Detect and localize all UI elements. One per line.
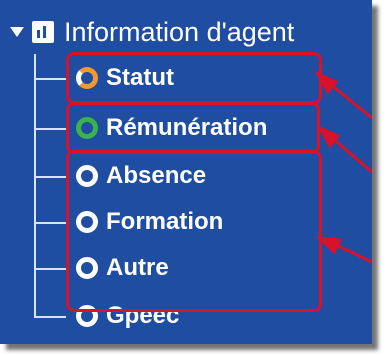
tree-panel: Information d'agent Statut Rémunération … <box>0 0 372 344</box>
callout-arrow-group <box>333 242 372 264</box>
callout-arrow-remuneration <box>331 136 372 174</box>
callout-arrow-statut <box>329 82 372 120</box>
arrowhead-icon <box>314 70 339 95</box>
arrowhead-icon <box>316 124 341 149</box>
callout-arrows <box>314 70 372 264</box>
arrowhead-icon <box>315 236 343 255</box>
